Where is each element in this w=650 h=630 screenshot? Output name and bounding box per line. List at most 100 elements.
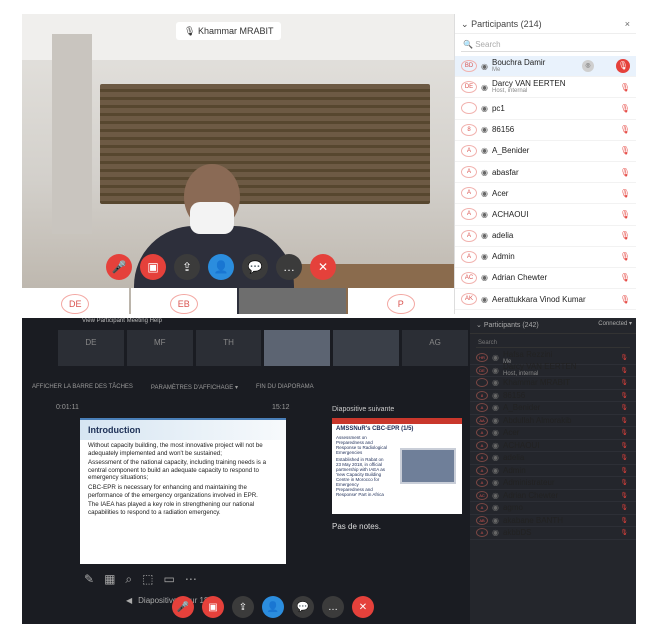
mic-off-icon[interactable]: 🎙 xyxy=(620,529,628,536)
video-tile[interactable]: DE xyxy=(58,330,124,366)
video-button[interactable]: ▣ xyxy=(140,254,166,280)
participant-row[interactable]: 8 ◉ 86156 🎙 xyxy=(470,390,636,402)
pen-icon[interactable]: ✎ xyxy=(84,572,94,587)
mic-off-icon[interactable]: 🎙 xyxy=(620,231,630,240)
close-icon[interactable]: × xyxy=(625,14,630,34)
participant-row[interactable]: AB ◉ akabane BANTH 🎙 xyxy=(470,515,636,527)
next-slide-preview[interactable]: AMSSNuR's CBC-EPR (1/5) Assessment on Pr… xyxy=(332,418,462,514)
participant-row[interactable]: A ◉ Administrateur 🎙 xyxy=(470,477,636,490)
mic-off-icon[interactable]: 🎙 xyxy=(620,168,630,177)
mic-off-icon[interactable]: 🎙 xyxy=(620,104,630,113)
more-button[interactable]: … xyxy=(276,254,302,280)
participant-row[interactable]: A ◉ adelia 🎙 xyxy=(455,226,636,247)
participant-row[interactable]: A ◉ ACHAOUI 🎙 xyxy=(470,440,636,452)
participant-row[interactable]: DE ◉ Darcy VAN EERTEN Host, internal 🎙 xyxy=(455,77,636,99)
search-input[interactable]: 🔍 Search xyxy=(461,38,630,52)
participant-row[interactable]: A ◉ akbbDS 🎙 xyxy=(470,527,636,540)
video-tile[interactable]: P xyxy=(347,288,454,314)
mic-off-icon[interactable]: 🎙 xyxy=(620,125,630,134)
mic-off-icon[interactable]: 🎙 xyxy=(620,504,628,511)
more-button[interactable]: … xyxy=(322,596,344,618)
participant-row[interactable]: AC ◉ Adrian Chewter 🎙 xyxy=(455,268,636,290)
show-taskbar-button[interactable]: AFFICHER LA BARRE DES TÂCHES xyxy=(32,384,133,390)
share-button[interactable]: ⇪ xyxy=(174,254,200,280)
grid-icon[interactable]: ▦ xyxy=(104,572,115,587)
participant-row[interactable]: A ◉ Admin 🎙 xyxy=(455,247,636,268)
participant-row[interactable]: A ◉ ACHAOUI 🎙 xyxy=(455,204,636,226)
mic-off-icon[interactable]: 🎙 xyxy=(620,295,630,304)
participants-button[interactable]: 👤 xyxy=(208,254,234,280)
mic-off-icon[interactable]: 🎙 xyxy=(620,517,628,524)
mic-off-icon[interactable]: 🎙 xyxy=(620,252,630,261)
participant-row[interactable]: BD ◉ Bouchra Damir Me ◎ 🎙 xyxy=(455,56,636,78)
mic-off-icon[interactable]: 🎙 xyxy=(620,429,628,436)
display-settings-button[interactable]: PARAMÈTRES D'AFFICHAGE ▾ xyxy=(151,384,238,391)
screen-icon[interactable]: ▭ xyxy=(163,572,174,587)
participant-row[interactable]: ◉ Khammar MRABIT 🎙 xyxy=(470,377,636,390)
video-button[interactable]: ▣ xyxy=(202,596,224,618)
pointer-icon[interactable]: ⬚ xyxy=(142,572,153,587)
chat-button[interactable]: 💬 xyxy=(242,254,268,280)
chevron-down-icon[interactable]: ⌄ xyxy=(476,322,482,329)
leave-button[interactable]: ✕ xyxy=(310,254,336,280)
mic-off-icon[interactable]: 🎙 xyxy=(620,273,630,282)
share-button[interactable]: ⇪ xyxy=(232,596,254,618)
mic-off-icon[interactable]: 🎙 xyxy=(620,492,628,499)
mic-off-icon[interactable]: 🎙 xyxy=(616,59,630,74)
chevron-down-icon[interactable]: ⌄ xyxy=(461,19,469,29)
mute-button[interactable]: 🎤 xyxy=(106,254,132,280)
video-tile[interactable]: EB xyxy=(130,288,237,314)
video-tile[interactable]: AG xyxy=(402,330,468,366)
participant-row[interactable]: A ◉ A_Benider 🎙 xyxy=(455,141,636,162)
video-tile-camera[interactable] xyxy=(239,288,346,314)
participant-row[interactable]: AK ◉ Aerattukkara Vinod Kumar 🎙 xyxy=(455,289,636,311)
participant-row[interactable]: A ◉ agmo 🎙 xyxy=(470,502,636,515)
video-tile[interactable]: DE xyxy=(22,288,129,314)
mic-off-icon[interactable]: 🎙 xyxy=(620,404,628,411)
more-options-icon[interactable]: ⋯ xyxy=(185,572,197,587)
mic-off-icon[interactable]: 🎙 xyxy=(620,379,628,386)
mic-off-icon[interactable]: 🎙 xyxy=(620,479,628,486)
video-tile[interactable]: TH xyxy=(195,330,262,366)
mute-button[interactable]: 🎤 xyxy=(172,596,194,618)
participant-row[interactable]: 8 ◉ 86156 🎙 xyxy=(455,120,636,141)
camera-icon[interactable]: ◎ xyxy=(582,60,594,73)
participant-row[interactable]: A ◉ Acer 🎙 xyxy=(470,427,636,440)
video-tile[interactable]: MF xyxy=(126,330,193,366)
video-tile-camera[interactable] xyxy=(264,330,331,366)
mic-off-icon[interactable]: 🎙 xyxy=(620,467,628,474)
mic-off-icon[interactable]: 🎙 xyxy=(620,442,628,449)
avatar: A xyxy=(461,187,477,200)
microphone-icon: ◉ xyxy=(492,378,499,388)
participant-info: Abdullah Almorakib xyxy=(503,416,571,425)
mic-off-icon[interactable]: 🎙 xyxy=(620,210,630,219)
participants-button[interactable]: 👤 xyxy=(262,596,284,618)
microphone-icon: ◉ xyxy=(481,209,488,219)
video-tile-camera[interactable] xyxy=(333,330,400,366)
mic-off-icon[interactable]: 🎙 xyxy=(620,392,628,399)
previous-slide-icon[interactable]: ◀ xyxy=(126,596,132,605)
clock: 15:12 xyxy=(272,404,290,411)
mic-off-icon[interactable]: 🎙 xyxy=(620,417,628,424)
participant-row[interactable]: AC ◉ Adrian Chewter 🎙 xyxy=(470,490,636,502)
mic-off-icon[interactable]: 🎙 xyxy=(620,189,630,198)
mic-off-icon[interactable]: 🎙 xyxy=(620,454,628,461)
participant-row[interactable]: A ◉ abasfar 🎙 xyxy=(455,162,636,184)
menu-bar[interactable]: View Participant Meeting Help xyxy=(22,318,472,328)
participant-row[interactable]: ◉ pc1 🎙 xyxy=(455,98,636,120)
mic-off-icon[interactable]: 🎙 xyxy=(620,367,628,374)
search-input[interactable]: Search xyxy=(476,338,630,348)
zoom-icon[interactable]: ⌕ xyxy=(125,572,132,587)
participant-row[interactable]: A ◉ adelia 🎙 xyxy=(470,452,636,465)
end-slideshow-button[interactable]: FIN DU DIAPORAMA xyxy=(256,384,314,390)
mic-off-icon[interactable]: 🎙 xyxy=(620,146,630,155)
participant-row[interactable]: A ◉ Acer 🎙 xyxy=(455,183,636,205)
mic-off-icon[interactable]: 🎙 xyxy=(620,83,630,92)
participant-row[interactable]: DE ◉ Darcy VAN EERTEN Host, internal 🎙 xyxy=(470,362,636,377)
participant-row[interactable]: A ◉ A_Benider 🎙 xyxy=(470,402,636,415)
mic-off-icon[interactable]: 🎙 xyxy=(620,354,628,361)
participant-row[interactable]: A ◉ Admin 🎙 xyxy=(470,465,636,477)
chat-button[interactable]: 💬 xyxy=(292,596,314,618)
leave-button[interactable]: ✕ xyxy=(352,596,374,618)
participant-row[interactable]: AA ◉ Abdullah Almorakib 🎙 xyxy=(470,415,636,427)
